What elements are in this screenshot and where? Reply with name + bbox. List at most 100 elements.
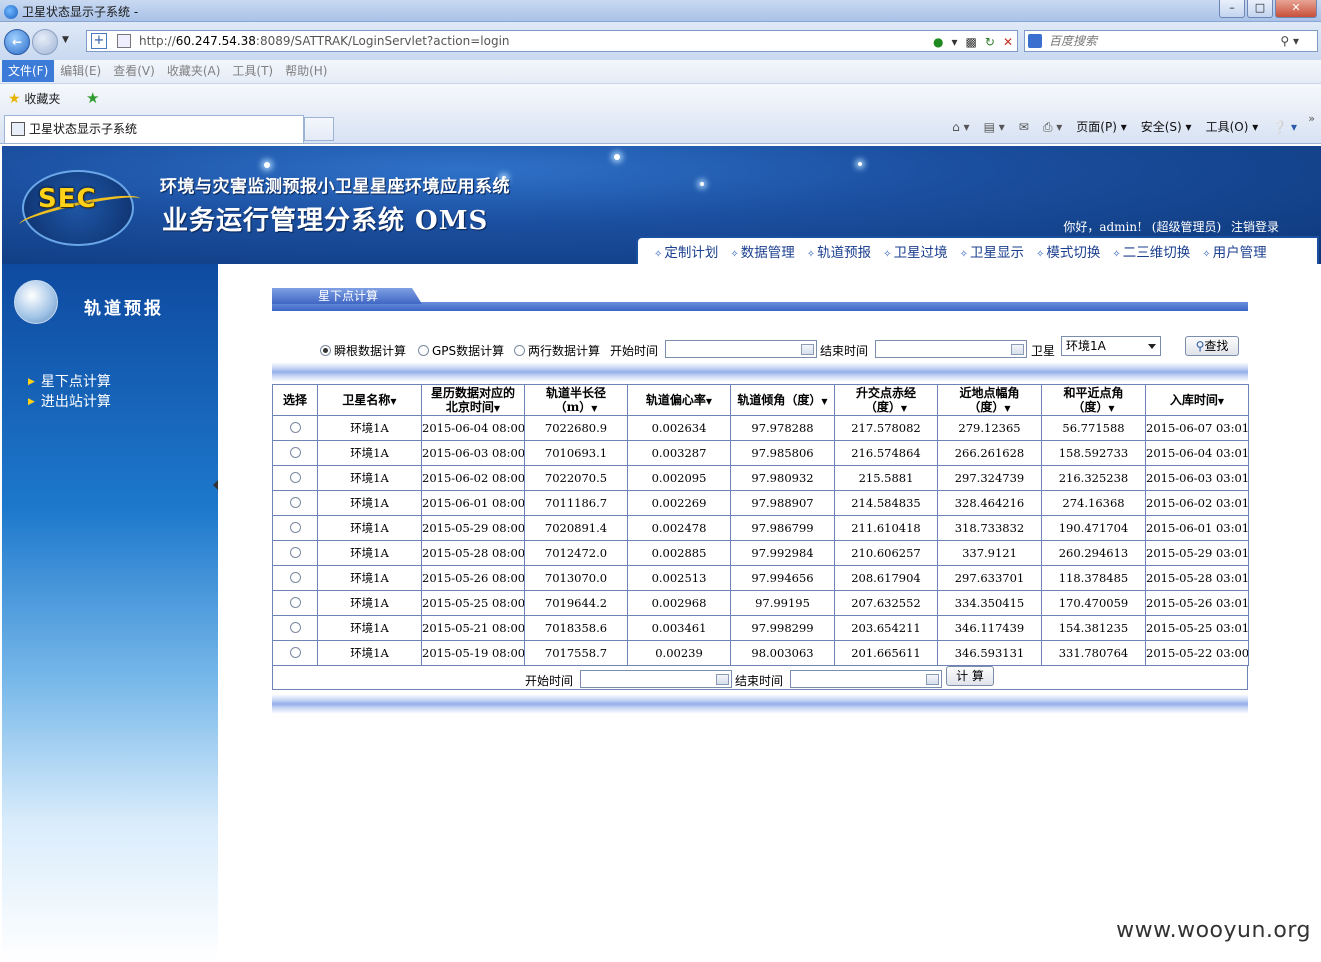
radio-gps[interactable]: GPS数据计算 (418, 342, 504, 359)
column-header-eccentricity[interactable]: 轨道偏心率▼ (627, 384, 731, 416)
row-radio-button[interactable] (289, 647, 301, 658)
mail-icon[interactable]: ✉ (1019, 116, 1029, 138)
refresh-icon[interactable]: ↻ (985, 32, 995, 52)
forward-icon[interactable]: → (32, 29, 58, 55)
shield-icon[interactable]: ● (933, 32, 943, 52)
table-row[interactable]: 环境1A2015-06-04 08:00:007022680.90.002634… (272, 415, 1249, 441)
url-field[interactable]: + http://60.247.54.38:8089/SATTRAK/Login… (86, 30, 1018, 52)
end-time-input[interactable] (875, 340, 1027, 358)
sort-icon[interactable]: ▼ (901, 403, 907, 413)
sort-icon[interactable]: ▼ (1004, 403, 1010, 413)
calc-button[interactable]: 计 算 (946, 666, 994, 686)
cell-select[interactable] (272, 490, 318, 516)
sort-icon[interactable]: ▼ (1108, 403, 1114, 413)
radio-button[interactable] (320, 345, 331, 356)
row-radio-button[interactable] (289, 497, 301, 508)
column-header-semi-major-axis[interactable]: 轨道半长径 （m）▼ (524, 384, 628, 416)
column-header-mean-anomaly[interactable]: 和平近点角 （度）▼ (1041, 384, 1146, 416)
menu-edit[interactable]: 编辑(E) (54, 60, 107, 82)
feeds-icon[interactable]: ▤ ▾ (984, 116, 1005, 138)
sort-icon[interactable]: ▼ (494, 403, 500, 413)
page-menu[interactable]: 页面(P) ▾ (1076, 116, 1126, 138)
history-dropdown-icon[interactable]: ▼ (62, 35, 69, 45)
row-radio-button[interactable] (289, 422, 301, 433)
nav-satellite-pass[interactable]: 卫星过境 (877, 241, 953, 261)
chevron-right-icon[interactable]: » (1308, 112, 1315, 125)
print-icon[interactable]: ⎙ ▾ (1043, 116, 1062, 138)
sort-icon[interactable]: ▼ (390, 396, 396, 406)
row-radio-button[interactable] (289, 522, 301, 533)
search-icon[interactable]: ⚲ ▾ (1280, 31, 1299, 51)
radio-button[interactable] (514, 345, 525, 356)
table-row[interactable]: 环境1A2015-05-25 08:00:007019644.20.002968… (272, 590, 1249, 616)
table-row[interactable]: 环境1A2015-06-01 08:00:007011186.70.002269… (272, 490, 1249, 516)
nav-satellite-display[interactable]: 卫星显示 (954, 241, 1030, 261)
back-icon[interactable]: ← (4, 29, 30, 55)
url-dropdown-icon[interactable]: ▾ (952, 32, 958, 52)
maximize-button[interactable]: □ (1247, 0, 1273, 18)
sidebar-item-subsatellite-point[interactable]: 星下点计算 (28, 372, 111, 392)
menu-tools[interactable]: 工具(T) (226, 60, 279, 82)
sort-icon[interactable]: ▼ (591, 403, 597, 413)
column-header-epoch-time[interactable]: 星历数据对应的 北京时间▼ (421, 384, 525, 416)
menu-help[interactable]: 帮助(H) (279, 60, 333, 82)
nav-mode-switch[interactable]: 模式切换 (1030, 241, 1106, 261)
cell-select[interactable] (272, 565, 318, 591)
column-header-satellite-name[interactable]: 卫星名称▼ (317, 384, 422, 416)
cell-select[interactable] (272, 590, 318, 616)
browser-tab[interactable]: 卫星状态显示子系统 (4, 115, 304, 143)
new-tab-button[interactable] (304, 117, 334, 141)
column-header-raan[interactable]: 升交点赤经 （度）▼ (834, 384, 938, 416)
cell-select[interactable] (272, 615, 318, 641)
calc-end-input[interactable] (790, 670, 942, 688)
nav-user-management[interactable]: 用户管理 (1196, 241, 1272, 261)
table-row[interactable]: 环境1A2015-06-02 08:00:007022070.50.002095… (272, 465, 1249, 491)
cell-select[interactable] (272, 415, 318, 441)
column-header-inclination[interactable]: 轨道倾角（度）▼ (730, 384, 835, 416)
stop-icon[interactable]: ✕ (1003, 32, 1013, 52)
favorites-button[interactable]: ★ 收藏夹 (8, 90, 60, 107)
calendar-icon[interactable] (801, 344, 814, 355)
tools-menu[interactable]: 工具(O) ▾ (1206, 116, 1259, 138)
sort-icon[interactable]: ▼ (1218, 396, 1224, 406)
cell-select[interactable] (272, 640, 318, 666)
nav-data-management[interactable]: 数据管理 (724, 241, 800, 261)
row-radio-button[interactable] (289, 597, 301, 608)
row-radio-button[interactable] (289, 447, 301, 458)
row-radio-button[interactable] (289, 622, 301, 633)
minimize-button[interactable]: – (1219, 0, 1245, 18)
menu-file[interactable]: 文件(F) (2, 60, 55, 82)
cell-select[interactable] (272, 440, 318, 466)
radio-button[interactable] (418, 345, 429, 356)
column-header-ingest-time[interactable]: 入库时间▼ (1145, 384, 1249, 416)
compat-view-icon[interactable]: ▩ (966, 32, 977, 52)
search-button[interactable]: ⚲查找 (1185, 336, 1239, 356)
cell-select[interactable] (272, 465, 318, 491)
table-row[interactable]: 环境1A2015-05-26 08:00:007013070.00.002513… (272, 565, 1249, 591)
sort-icon[interactable]: ▼ (706, 396, 712, 406)
row-radio-button[interactable] (289, 472, 301, 483)
sort-icon[interactable]: ▼ (821, 396, 827, 406)
home-icon[interactable]: ⌂ ▾ (952, 116, 969, 138)
cell-select[interactable] (272, 515, 318, 541)
table-row[interactable]: 环境1A2015-06-03 08:00:007010693.10.003287… (272, 440, 1249, 466)
table-row[interactable]: 环境1A2015-05-29 08:00:007020891.40.002478… (272, 515, 1249, 541)
logout-link[interactable]: 注销登录 (1231, 220, 1279, 234)
close-button[interactable]: ✕ (1275, 0, 1317, 18)
row-radio-button[interactable] (289, 572, 301, 583)
radio-instant-elements[interactable]: 瞬根数据计算 (320, 342, 406, 359)
menu-favorites[interactable]: 收藏夹(A) (161, 60, 227, 82)
nav-orbit-forecast[interactable]: 轨道预报 (801, 241, 877, 261)
table-row[interactable]: 环境1A2015-05-19 08:00:007017558.70.002399… (272, 640, 1249, 666)
cell-select[interactable] (272, 540, 318, 566)
menu-view[interactable]: 查看(V) (107, 60, 161, 82)
help-icon[interactable]: ❔ ▾ (1272, 116, 1297, 138)
table-row[interactable]: 环境1A2015-05-28 08:00:007012472.00.002885… (272, 540, 1249, 566)
row-radio-button[interactable] (289, 547, 301, 558)
start-time-input[interactable] (665, 340, 817, 358)
satellite-select[interactable]: 环境1A (1061, 336, 1161, 356)
column-header-arg-perigee[interactable]: 近地点幅角 （度）▼ (937, 384, 1042, 416)
calendar-icon[interactable] (926, 674, 939, 685)
table-row[interactable]: 环境1A2015-05-21 08:00:007018358.60.003461… (272, 615, 1249, 641)
add-favorite-icon[interactable]: ★ (86, 89, 99, 107)
